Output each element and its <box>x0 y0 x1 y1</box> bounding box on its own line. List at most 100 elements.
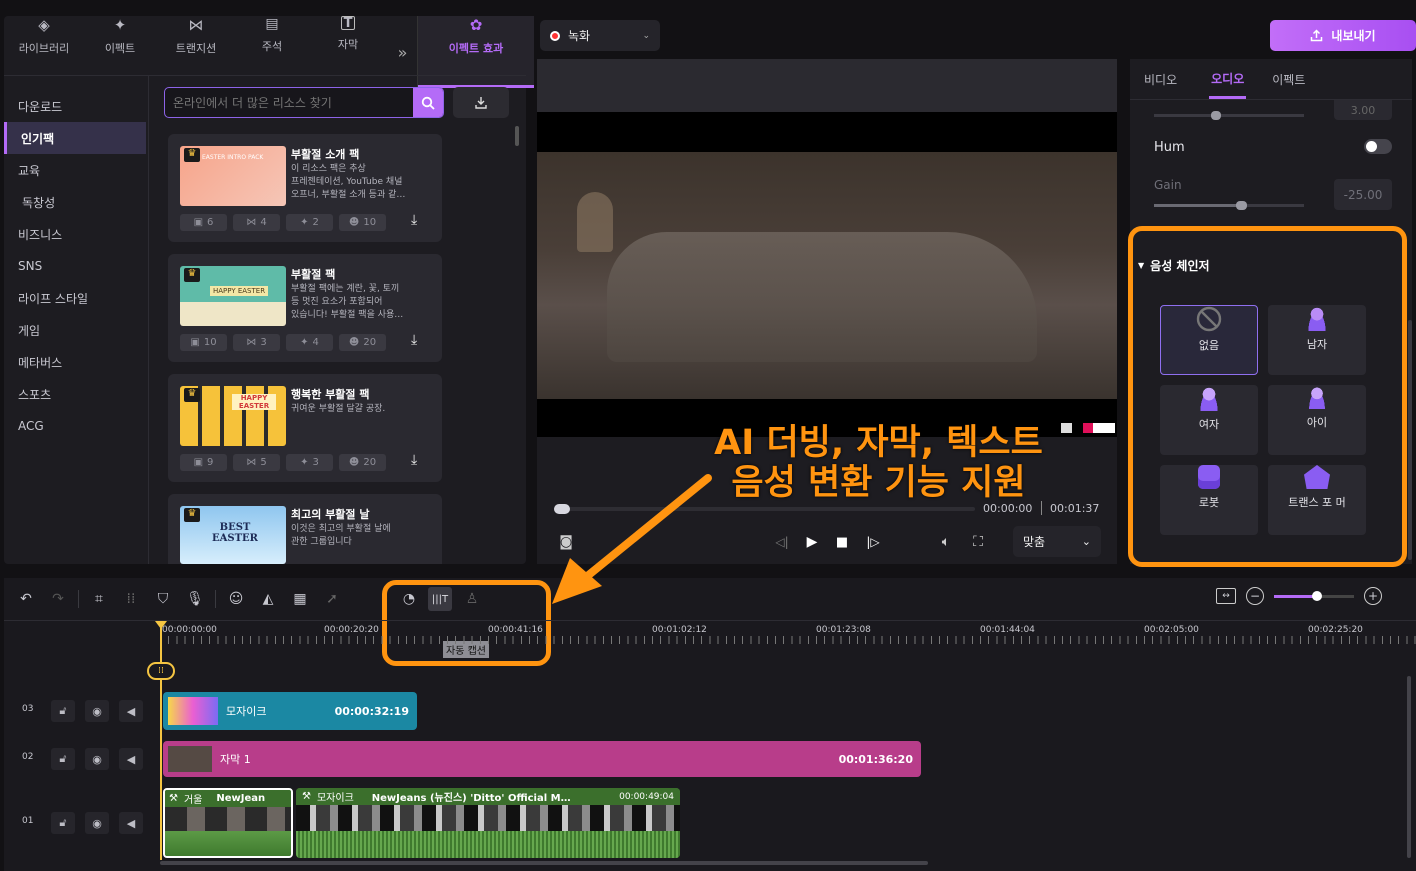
top-slider-knob[interactable] <box>1211 111 1221 120</box>
sidebar-item-popular[interactable]: 인기팩 <box>4 122 146 154</box>
timeline-playhead[interactable] <box>160 622 162 860</box>
fit-dropdown[interactable]: 맞춤 ⌄ <box>1013 526 1101 557</box>
microphone-icon[interactable]: 🎙︎ <box>183 587 207 611</box>
timeline-hscrollbar[interactable] <box>160 861 928 865</box>
sidebar-item-game[interactable]: 게임 <box>4 314 146 346</box>
play-icon[interactable]: ▶ <box>802 532 822 552</box>
eye-icon[interactable]: ◉ <box>85 700 109 722</box>
pack-card[interactable]: ♛ BEST EASTER 최고의 부활절 날 이것은 최고의 부활절 날에 관한… <box>168 494 442 564</box>
sidebar-item-sports[interactable]: 스포츠 <box>4 378 146 410</box>
timeline-vscrollbar[interactable] <box>1407 676 1411 858</box>
face-icon[interactable]: ☺ <box>224 587 248 611</box>
download-icon[interactable]: ⤓ <box>411 332 417 348</box>
sidebar-item-originality[interactable]: 독창성 <box>4 186 146 218</box>
playhead-split-icon[interactable]: ⁞⁞ <box>147 662 175 680</box>
clip-caption[interactable]: 자막 1 00:01:36:20 <box>163 741 921 777</box>
clip-mosaic[interactable]: 모자이크 00:00:32:19 <box>163 692 417 730</box>
tab-transitions[interactable]: ⋈ 트랜지션 <box>156 16 236 88</box>
mirror-icon[interactable]: ◭ <box>256 587 280 611</box>
stop-icon[interactable]: ■ <box>832 532 852 552</box>
shield-icon[interactable]: ⛉ <box>151 587 175 611</box>
tab-captions[interactable]: T 자막 <box>308 16 388 88</box>
sidebar-item-education[interactable]: 교육 <box>4 154 146 186</box>
track-number: 02 <box>22 752 34 762</box>
transition-icon: ⋈ <box>246 217 257 228</box>
tab-library[interactable]: ◈ 라이브러리 <box>4 16 84 88</box>
tab-effects[interactable]: ✦ 이펙트 <box>84 16 156 88</box>
eye-icon[interactable]: ◉ <box>85 812 109 834</box>
sidebar-item-lifestyle[interactable]: 라이프 스타일 <box>4 282 146 314</box>
zoom-in-icon[interactable]: + <box>1364 587 1382 605</box>
split-icon[interactable]: ⁞⁞ <box>119 587 143 611</box>
robot-icon <box>1198 465 1220 489</box>
tab-annotation[interactable]: ▤ 주석 <box>236 16 308 88</box>
sidebar-item-sns[interactable]: SNS <box>4 250 146 282</box>
clip-video-a[interactable]: ⚒ 거울 NewJean <box>163 788 293 858</box>
tab-audio[interactable]: 오디오 <box>1209 59 1247 99</box>
hum-toggle[interactable] <box>1364 139 1392 154</box>
timeline-toolbar: ↶ ↷ ⌗ ⁞⁞ ⛉ 🎙︎ ☺ ◭ ▦ ➚ <box>14 587 344 611</box>
top-slider-track[interactable] <box>1154 114 1304 117</box>
video-frame[interactable] <box>537 59 1117 437</box>
download-icon[interactable]: ⤓ <box>411 452 417 468</box>
speaker-icon[interactable]: ◀ <box>119 748 143 770</box>
auto-caption-icon[interactable]: |||T <box>428 587 452 611</box>
lock-icon[interactable]: 🔓︎ <box>51 700 75 722</box>
tab-effects-right[interactable]: 이펙트 <box>1272 71 1305 88</box>
sidebar-item-business[interactable]: 비즈니스 <box>4 218 146 250</box>
tab-video[interactable]: 비디오 <box>1144 71 1177 88</box>
sidebar-item-download[interactable]: 다운로드 <box>4 90 146 122</box>
properties-scrollbar[interactable] <box>1408 320 1412 560</box>
prev-frame-icon[interactable]: ◁| <box>772 532 792 552</box>
pack-card[interactable]: ♛ HAPPY EASTER 부활절 팩 부활절 팩에는 계란, 꽃, 토끼 등 … <box>168 254 442 362</box>
mosaic-icon[interactable]: ▦ <box>288 587 312 611</box>
voice-option-woman[interactable]: 여자 <box>1160 385 1258 455</box>
pack-card[interactable]: ♛ HAPPY EASTER 행복한 부활절 팩 귀여운 부활절 달걀 공장. … <box>168 374 442 482</box>
search-input[interactable] <box>165 88 413 117</box>
layers-icon: ◈ <box>38 16 50 34</box>
library-scrollbar[interactable] <box>515 126 519 146</box>
zoom-slider[interactable] <box>1274 590 1354 601</box>
lock-icon[interactable]: 🔓︎ <box>51 748 75 770</box>
thumb-text: HAPPY EASTER <box>210 286 269 296</box>
lock-icon[interactable]: 🔓︎ <box>51 812 75 834</box>
sidebar-item-metaverse[interactable]: 메타버스 <box>4 346 146 378</box>
speed-icon[interactable]: ◔ <box>397 587 421 611</box>
crop-icon[interactable]: ⌗ <box>87 587 111 611</box>
voice-option-robot[interactable]: 로봇 <box>1160 465 1258 535</box>
voice-option-child[interactable]: 아이 <box>1268 385 1366 455</box>
clip-video-b[interactable]: ⚒ 모자이크 NewJeans (뉴진스) 'Ditto' Official M… 0… <box>296 788 680 858</box>
more-tabs-icon[interactable]: » <box>388 16 418 88</box>
voice-person-icon[interactable]: ♙ <box>460 587 484 611</box>
search-button[interactable] <box>413 88 443 117</box>
fit-timeline-icon[interactable]: ↔ <box>1216 588 1236 604</box>
speaker-icon[interactable]: ◀ <box>119 700 143 722</box>
voice-option-none[interactable]: 없음 <box>1160 305 1258 375</box>
undo-icon[interactable]: ↶ <box>14 587 38 611</box>
eye-icon[interactable]: ◉ <box>85 748 109 770</box>
zoom-out-icon[interactable]: − <box>1246 587 1264 605</box>
crown-icon: ♛ <box>184 148 200 162</box>
download-icon[interactable]: ⤓ <box>411 212 417 228</box>
record-dropdown[interactable]: 녹화 ⌄ <box>540 20 660 51</box>
video-image <box>537 152 1117 399</box>
export-button[interactable]: 내보내기 <box>1270 20 1416 51</box>
tab-effect-packs[interactable]: ✿ 이펙트 효과 <box>418 16 534 88</box>
pack-title: 행복한 부활절 팩 <box>291 388 370 401</box>
pack-card[interactable]: ♛ EASTER INTRO PACK 부활절 소개 팩 이 리소스 팩은 추상… <box>168 134 442 242</box>
time-ruler[interactable] <box>160 636 1416 644</box>
import-button[interactable] <box>453 87 509 118</box>
gain-slider-knob[interactable] <box>1236 201 1247 210</box>
volume-icon[interactable]: 🔈︎ <box>935 532 957 552</box>
top-value-field[interactable]: 3.00 <box>1334 100 1392 120</box>
fullscreen-icon[interactable]: ⛶ <box>967 532 989 552</box>
cursor-icon[interactable]: ➚ <box>320 587 344 611</box>
voice-option-transformer[interactable]: 트랜스 포 머 <box>1268 465 1366 535</box>
next-frame-icon[interactable]: |▷ <box>862 532 884 552</box>
redo-icon[interactable]: ↷ <box>46 587 70 611</box>
speaker-icon[interactable]: ◀ <box>119 812 143 834</box>
sidebar-item-acg[interactable]: ACG <box>4 410 146 442</box>
voice-changer-header[interactable]: ▼ 음성 체인저 <box>1138 257 1210 274</box>
voice-option-man[interactable]: 남자 <box>1268 305 1366 375</box>
gain-value-field[interactable]: -25.00 <box>1334 179 1392 210</box>
